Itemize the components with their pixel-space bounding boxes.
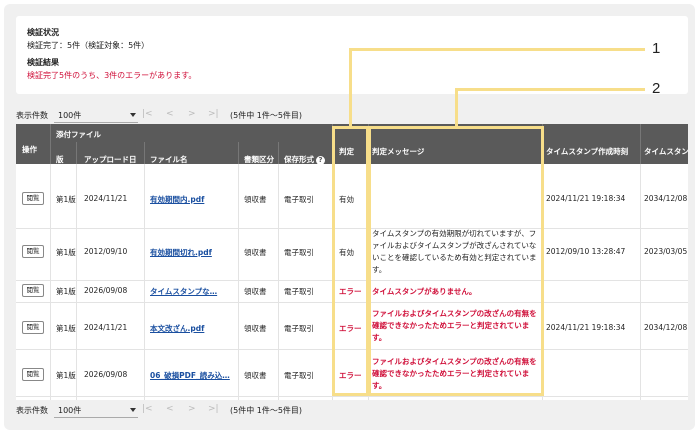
cell-doc-type: 領収書 [244,324,267,333]
verify-status-title: 検証状況 [27,28,59,37]
next-page-button[interactable]: > [188,404,196,414]
callout-leader-1 [349,48,352,126]
file-link[interactable]: 本文改ざん.pdf [150,323,204,334]
cell-version: 第1版 [56,195,76,204]
cell-ts-created: 2024/11/21 19:18:34 [546,323,626,332]
col-header-version: 版 [56,155,64,164]
view-button[interactable]: 閲覧 [22,245,44,258]
column-divider [278,164,279,400]
verify-result-text: 検証完了5件のうち、3件のエラーがあります。 [27,71,197,80]
col-header-ts-expire: タイムスタン [644,147,688,156]
col-header-storage: 保存形式? [284,154,325,165]
verify-status-text: 検証完了：5件（検証対象：5件） [27,41,150,50]
pager-top: 表示件数 100件 |< < > >| (5件中 1件〜5件目) [16,107,416,123]
cell-doc-type: 領収書 [244,195,267,204]
page-size-select[interactable]: 100件 [54,107,138,123]
column-divider [50,164,51,400]
page-range: (5件中 1件〜5件目) [230,406,303,415]
callout-number-2: 2 [652,80,661,97]
page-size-label: 表示件数 [16,406,48,415]
pager-bottom: 表示件数 100件 |< < > >| (5件中 1件〜5件目) [16,402,416,418]
col-header-attachment-group: 添付ファイル [56,130,101,139]
first-page-button[interactable]: |< [142,109,153,119]
page-range: (5件中 1件〜5件目) [230,111,303,120]
header-divider [278,142,279,164]
col-header-ts-created: タイムスタンプ作成時刻 [546,147,629,156]
cell-storage: 電子取引 [284,371,314,380]
col-header-op: 操作 [22,145,37,154]
callout-number-1: 1 [652,40,661,57]
header-divider [76,142,77,164]
page-size-value: 100件 [58,406,82,415]
view-button[interactable]: 閲覧 [22,284,44,297]
cell-upload-date: 2012/09/10 [84,247,128,256]
callout-leader-2 [455,88,645,91]
callout-leader-2 [455,88,458,126]
cell-version: 第1版 [56,287,76,296]
cell-upload-date: 2024/11/21 [84,323,128,332]
view-button[interactable]: 閲覧 [22,368,44,381]
cell-storage: 電子取引 [284,195,314,204]
page-size-label: 表示件数 [16,111,48,120]
callout-leader-1 [349,48,645,51]
page-size-select[interactable]: 100件 [54,402,138,418]
cell-ts-created: 2024/11/21 19:18:34 [546,194,626,203]
cell-storage: 電子取引 [284,287,314,296]
cell-ts-created: 2012/09/10 13:28:47 [546,247,626,256]
header-divider [144,142,145,164]
cell-doc-type: 領収書 [244,371,267,380]
prev-page-button[interactable]: < [166,109,174,119]
column-divider [238,164,239,400]
cell-version: 第1版 [56,248,76,257]
header-divider [50,124,51,164]
file-link[interactable]: 有効期間内.pdf [150,194,204,205]
col-header-upload-date: アップロード日 [84,155,137,164]
next-page-button[interactable]: > [188,109,196,119]
cell-version: 第1版 [56,371,76,380]
view-button[interactable]: 閲覧 [22,192,44,205]
col-header-file-name: ファイル名 [150,155,188,164]
cell-ts-expire: 2034/12/08 [644,194,688,203]
cell-doc-type: 領収書 [244,287,267,296]
column-divider [144,164,145,400]
file-link[interactable]: 06_破損PDF_読み込… [150,370,230,381]
cell-doc-type: 領収書 [244,248,267,257]
header-divider [640,124,641,164]
file-link[interactable]: 有効期間切れ.pdf [150,247,212,258]
cell-ts-expire: 2023/03/05 [644,247,688,256]
cell-upload-date: 2024/11/21 [84,194,128,203]
cell-storage: 電子取引 [284,248,314,257]
highlight-box-message [366,126,544,396]
file-link[interactable]: タイムスタンプな… [150,286,217,297]
row-divider [16,396,688,397]
status-card: 検証状況 検証完了：5件（検証対象：5件） 検証結果 検証完了5件のうち、3件の… [16,16,688,94]
first-page-button[interactable]: |< [142,404,153,414]
column-divider [640,164,641,400]
prev-page-button[interactable]: < [166,404,174,414]
last-page-button[interactable]: >| [208,109,219,119]
column-divider [76,164,77,400]
cell-upload-date: 2026/09/08 [84,370,128,379]
chevron-down-icon [130,113,136,117]
chevron-down-icon [130,408,136,412]
cell-ts-expire: 2034/12/08 [644,323,688,332]
cell-storage: 電子取引 [284,324,314,333]
col-header-storage-label: 保存形式 [284,155,314,164]
last-page-button[interactable]: >| [208,404,219,414]
help-icon[interactable]: ? [316,156,325,165]
header-divider [238,142,239,164]
cell-version: 第1版 [56,324,76,333]
page-size-value: 100件 [58,111,82,120]
cell-upload-date: 2026/09/08 [84,286,128,295]
col-header-doc-type: 書類区分 [244,155,274,164]
view-button[interactable]: 閲覧 [22,321,44,334]
verify-result-title: 検証結果 [27,58,59,67]
